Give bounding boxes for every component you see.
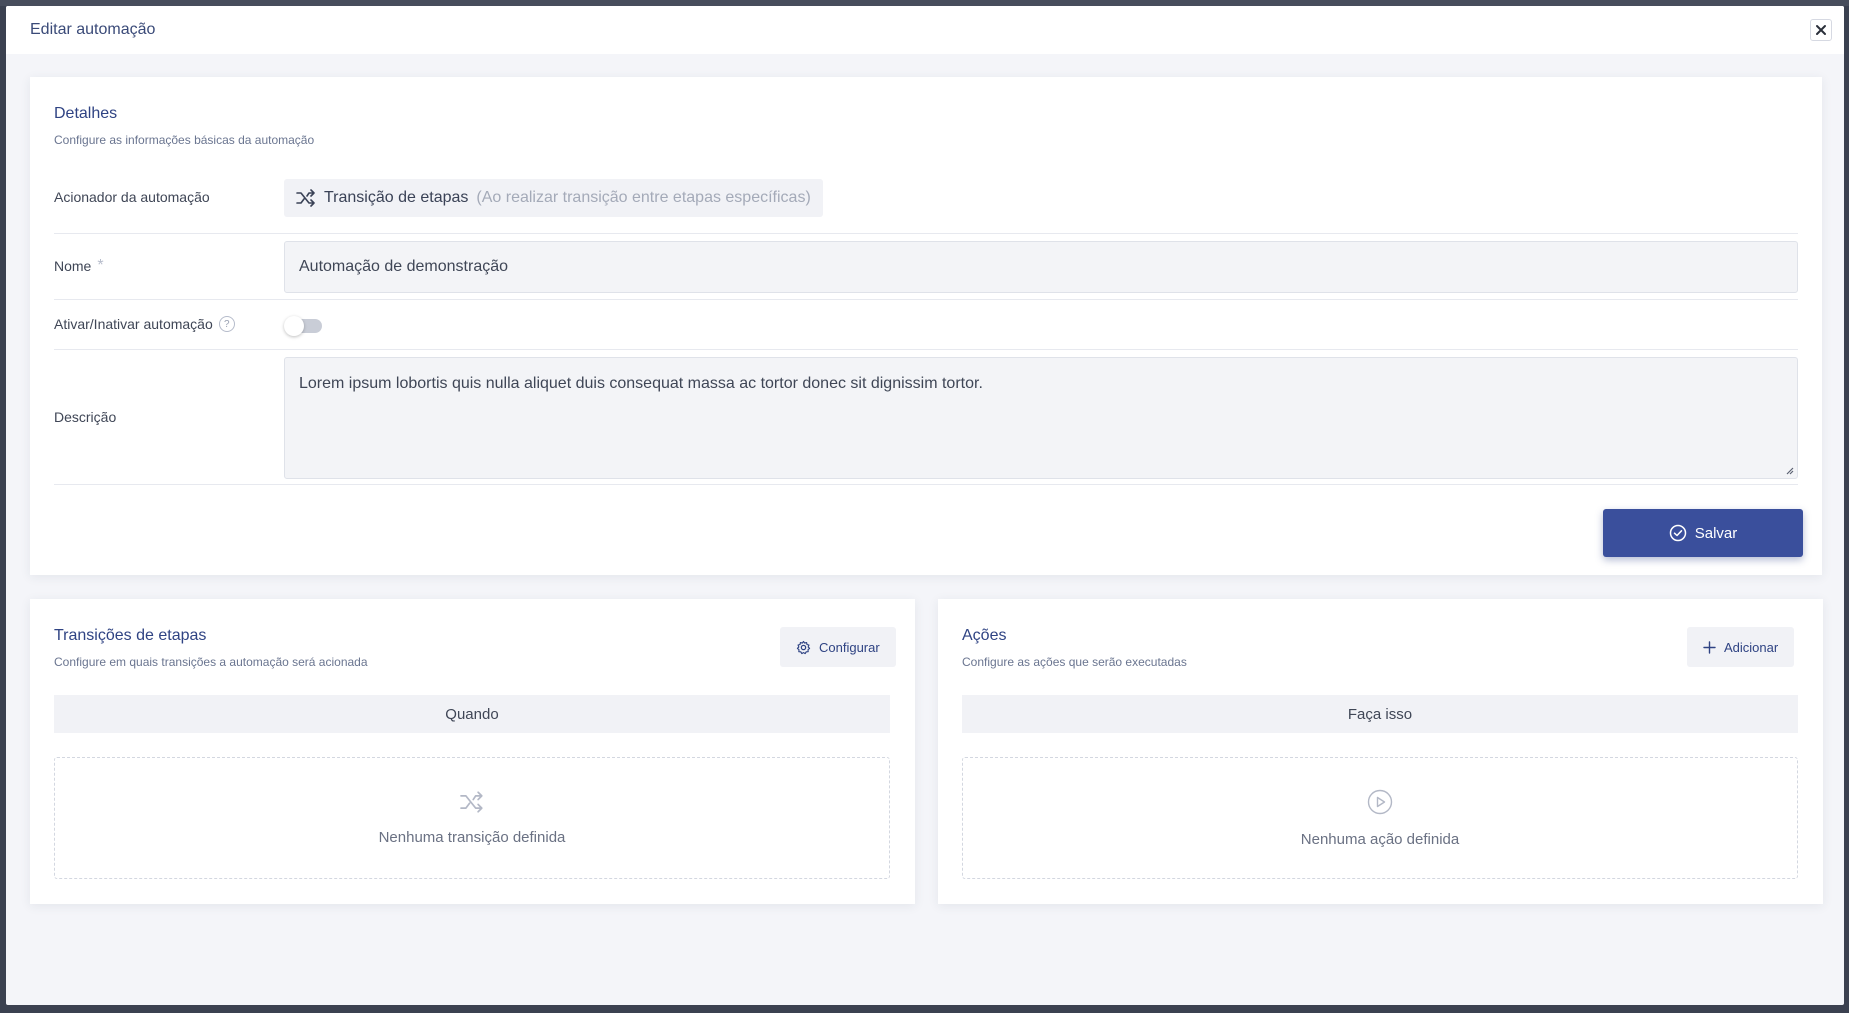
gear-icon	[796, 640, 811, 654]
description-label-text: Descrição	[54, 409, 117, 425]
transitions-title: Transições de etapas	[54, 627, 207, 644]
save-button[interactable]: Salvar	[1603, 509, 1803, 557]
edit-automation-modal: Editar automação Detalhes Configure as i…	[6, 6, 1844, 1005]
active-label: Ativar/Inativar automação ?	[54, 316, 235, 332]
actions-empty-state: Nenhuma ação definida	[962, 757, 1798, 879]
shuffle-icon	[460, 790, 483, 813]
trigger-chip[interactable]: Transição de etapas (Ao realizar transiç…	[284, 179, 823, 217]
play-circle-icon	[1367, 789, 1393, 814]
trigger-hint: (Ao realizar transição entre etapas espe…	[476, 189, 811, 206]
details-title: Detalhes	[54, 105, 118, 122]
name-row: Nome * Automação de demonstração	[54, 234, 1798, 300]
transitions-subtitle: Configure em quais transições a automaçã…	[54, 655, 368, 669]
details-header: Detalhes Configure as informações básica…	[54, 105, 314, 147]
resize-handle-icon[interactable]	[1784, 465, 1794, 475]
when-label: Quando	[445, 705, 499, 723]
add-action-label: Adicionar	[1724, 639, 1779, 655]
transitions-empty-text: Nenhuma transição definida	[378, 828, 566, 846]
plus-icon	[1703, 640, 1716, 654]
configure-label: Configurar	[819, 639, 880, 655]
transitions-empty-state: Nenhuma transição definida	[54, 757, 890, 879]
check-circle-icon	[1669, 524, 1686, 542]
modal-header: Editar automação	[6, 6, 1844, 54]
do-this-bar: Faça isso	[962, 695, 1798, 733]
configure-button[interactable]: Configurar	[780, 627, 896, 667]
description-row: Descrição Lorem ipsum lobortis quis null…	[54, 350, 1798, 485]
description-value: Lorem ipsum lobortis quis nulla aliquet …	[299, 375, 983, 392]
actions-title: Ações	[962, 627, 1007, 644]
trigger-value: Transição de etapas	[324, 189, 469, 206]
trigger-row: Acionador da automação Transição de etap…	[54, 179, 1798, 234]
close-icon	[1816, 25, 1826, 35]
save-label: Salvar	[1694, 524, 1738, 542]
actions-subtitle: Configure as ações que serão executadas	[962, 655, 1187, 669]
description-textarea[interactable]: Lorem ipsum lobortis quis nulla aliquet …	[284, 357, 1798, 479]
active-label-text: Ativar/Inativar automação	[54, 316, 213, 332]
do-this-label: Faça isso	[1347, 705, 1413, 723]
description-label: Descrição	[54, 409, 116, 425]
trigger-label: Acionador da automação	[54, 189, 210, 205]
actions-header: Ações Configure as ações que serão execu…	[962, 627, 1187, 669]
actions-card: Ações Configure as ações que serão execu…	[938, 599, 1823, 904]
shuffle-icon	[296, 189, 315, 207]
details-subtitle: Configure as informações básicas da auto…	[54, 133, 315, 147]
name-label: Nome *	[54, 257, 104, 275]
active-row: Ativar/Inativar automação ?	[54, 300, 1798, 350]
details-card: Detalhes Configure as informações básica…	[30, 77, 1822, 575]
help-icon[interactable]: ?	[218, 316, 235, 332]
name-input[interactable]: Automação de demonstração	[284, 241, 1798, 293]
close-button[interactable]	[1810, 19, 1832, 41]
required-mark: *	[97, 257, 104, 274]
trigger-label-text: Acionador da automação	[54, 189, 210, 205]
when-bar: Quando	[54, 695, 890, 733]
modal-title: Editar automação	[30, 21, 156, 38]
toggle-knob	[284, 316, 304, 336]
name-label-text: Nome	[54, 258, 92, 274]
transitions-header: Transições de etapas Configure em quais …	[54, 627, 368, 669]
active-toggle[interactable]	[284, 316, 322, 336]
name-input-value: Automação de demonstração	[299, 258, 509, 275]
transitions-card: Transições de etapas Configure em quais …	[30, 599, 915, 904]
add-action-button[interactable]: Adicionar	[1687, 627, 1795, 667]
actions-empty-text: Nenhuma ação definida	[1300, 830, 1460, 848]
